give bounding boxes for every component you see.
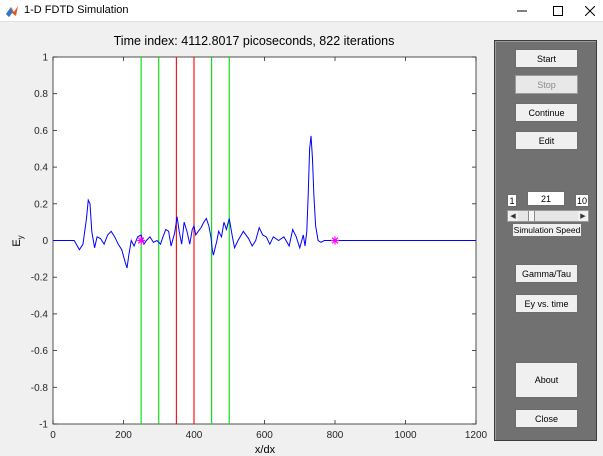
- y-tick-label: 0: [42, 236, 48, 247]
- y-tick-label: -0.8: [31, 383, 49, 394]
- close-button[interactable]: Close: [515, 409, 578, 428]
- ey-plot: Time index: 4112.8017 picoseconds, 822 i…: [11, 34, 488, 456]
- x-tick-label: 200: [115, 430, 132, 441]
- y-axis-label: Ey: [11, 235, 25, 246]
- asterisk-marker: [331, 236, 339, 245]
- close-icon: [585, 6, 595, 16]
- plot-title: Time index: 4112.8017 picoseconds, 822 i…: [114, 34, 395, 48]
- x-tick-label: 400: [186, 430, 203, 441]
- title-bar: 1-D FDTD Simulation: [0, 0, 603, 22]
- gamma-tau-button[interactable]: Gamma/Tau: [515, 264, 578, 283]
- x-tick-label: 800: [327, 430, 344, 441]
- speed-max-label: 10: [575, 194, 589, 207]
- y-tick-label: 1: [42, 53, 48, 64]
- about-button[interactable]: About: [515, 362, 578, 398]
- control-panel: Start Stop Continue Edit 1 21 10 ◀ ▶ Sim…: [494, 40, 597, 441]
- y-tick-label: -1: [39, 420, 48, 431]
- asterisk-marker: [137, 236, 146, 245]
- slider-right-arrow-icon[interactable]: ▶: [578, 211, 588, 221]
- matlab-icon: [6, 6, 18, 17]
- y-tick-label: 0.4: [34, 163, 48, 174]
- speed-slider[interactable]: ◀ ▶: [507, 210, 589, 222]
- speed-value-field[interactable]: 21: [527, 191, 565, 206]
- x-tick-label: 0: [50, 430, 56, 441]
- x-tick-label: 1200: [465, 430, 488, 441]
- ey-vs-time-button[interactable]: Ey vs. time: [515, 294, 578, 313]
- edit-button[interactable]: Edit: [515, 131, 578, 150]
- y-tick-label: -0.6: [31, 346, 49, 357]
- x-tick-label: 1000: [394, 430, 417, 441]
- minimize-button[interactable]: [504, 0, 540, 22]
- window-title: 1-D FDTD Simulation: [24, 4, 129, 16]
- close-window-button[interactable]: [572, 0, 603, 22]
- y-tick-label: 0.8: [34, 89, 48, 100]
- maximize-icon: [553, 6, 563, 16]
- minimize-icon: [517, 10, 527, 12]
- y-tick-label: 0.6: [34, 126, 48, 137]
- x-axis-label: x/dx: [255, 444, 276, 456]
- speed-min-label: 1: [507, 194, 517, 207]
- y-tick-label: 0.2: [34, 199, 48, 210]
- start-button[interactable]: Start: [515, 49, 578, 68]
- y-tick-label: -0.2: [31, 273, 49, 284]
- x-tick-label: 600: [256, 430, 273, 441]
- svg-text:Ey: Ey: [11, 235, 25, 246]
- continue-button[interactable]: Continue: [515, 103, 578, 122]
- y-axis-label-sub: y: [16, 235, 25, 239]
- maximize-button[interactable]: [540, 0, 576, 22]
- speed-label: Simulation Speed: [513, 224, 581, 236]
- slider-thumb[interactable]: [527, 211, 535, 221]
- slider-left-arrow-icon[interactable]: ◀: [508, 211, 518, 221]
- y-axis-label-main: E: [11, 239, 23, 246]
- stop-button[interactable]: Stop: [515, 75, 578, 94]
- y-tick-label: -0.4: [31, 309, 49, 320]
